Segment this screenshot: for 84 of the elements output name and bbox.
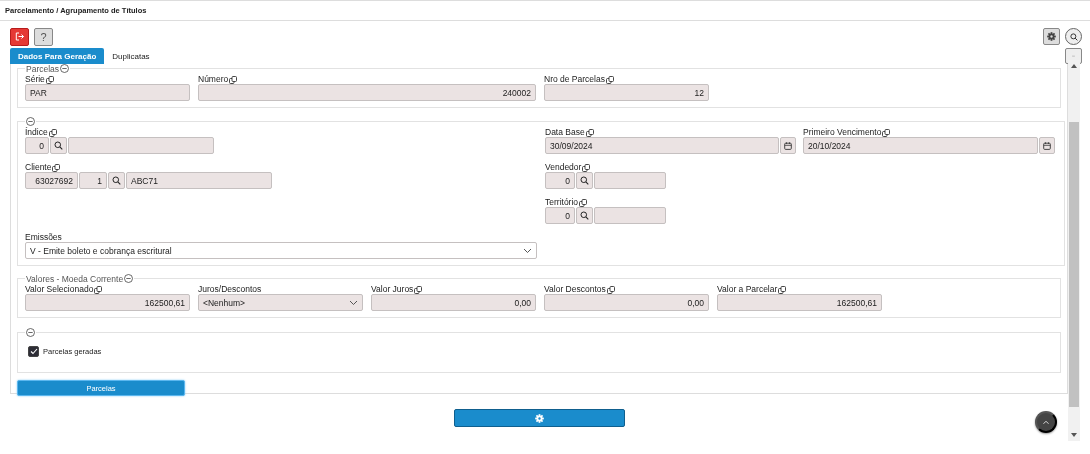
copy-icon (605, 76, 614, 84)
search-button[interactable] (576, 207, 593, 224)
search-icon (580, 211, 589, 220)
section-title: Valores - Moeda Corrente (26, 273, 124, 284)
field-label: Vendedor (545, 162, 582, 172)
field-label: Série (25, 74, 45, 84)
tab[interactable]: Duplicatas (104, 48, 158, 64)
copy-icon (229, 76, 238, 84)
search-icon (54, 141, 63, 150)
calendar-icon (784, 141, 792, 150)
description-field[interactable] (594, 207, 666, 224)
collapse-icon[interactable] (26, 328, 35, 337)
gear-icon (534, 413, 544, 423)
field-label: Juros/Descontos (198, 284, 262, 294)
search-button[interactable] (576, 172, 593, 189)
description-field[interactable] (594, 172, 666, 189)
date-field[interactable]: 20/10/2024 (803, 137, 1038, 154)
text-field[interactable]: PAR (25, 84, 190, 101)
branch-field[interactable]: 1 (79, 172, 107, 189)
checkbox[interactable] (28, 346, 39, 357)
copy-icon (45, 76, 54, 84)
field-label: Número (198, 74, 229, 84)
collapse-icon[interactable] (60, 64, 70, 73)
number-field[interactable]: 162500,61 (25, 294, 190, 311)
calendar-button[interactable] (780, 137, 796, 154)
field-label: Data Base (545, 127, 585, 137)
copy-icon (48, 129, 57, 137)
copy-icon (585, 129, 594, 137)
number-field[interactable]: 0,00 (371, 294, 536, 311)
field-label: Cliente (25, 162, 52, 172)
code-field[interactable]: 0 (545, 172, 575, 189)
number-field[interactable]: 12 (544, 84, 709, 101)
field-label: Emissões (25, 232, 62, 242)
action-button[interactable] (453, 409, 625, 427)
field-label: Valor Juros (371, 284, 414, 294)
dropdown[interactable]: V - Emite boleto e cobrança escritural (25, 242, 537, 259)
copy-icon (882, 129, 891, 137)
copy-icon (94, 286, 103, 294)
search-button[interactable] (108, 172, 125, 189)
help-button[interactable]: ? (34, 27, 53, 46)
collapse-icon[interactable] (124, 274, 134, 283)
calendar-button[interactable] (1039, 137, 1055, 154)
chevron-down-icon (349, 299, 358, 306)
search-icon (112, 176, 121, 185)
date-field[interactable]: 30/09/2024 (545, 137, 779, 154)
chevron-down-icon (523, 247, 532, 254)
field-label: Valor a Parcelar (717, 284, 778, 294)
copy-icon (606, 286, 615, 294)
number-field[interactable]: 0,00 (544, 294, 709, 311)
search-icon (1069, 32, 1078, 41)
scroll-down-icon[interactable] (1071, 433, 1077, 437)
description-field[interactable] (68, 137, 214, 154)
code-field[interactable]: 63027692 (25, 172, 78, 189)
copy-icon (414, 286, 423, 294)
gear-icon (1047, 32, 1056, 41)
code-field[interactable]: 0 (25, 137, 49, 154)
search-button[interactable] (1065, 28, 1082, 45)
copy-icon (52, 164, 61, 172)
chevron-up-icon (1043, 418, 1049, 426)
scrollbar[interactable] (1068, 60, 1080, 441)
copy-icon (778, 286, 787, 294)
tab[interactable]: Dados Para Geração (10, 48, 105, 64)
number-field[interactable]: 240002 (198, 84, 536, 101)
section-title: Parcelas (26, 63, 60, 74)
field-label: Nro de Parcelas (544, 74, 605, 84)
field-label: Valor Descontos (544, 284, 606, 294)
dropdown[interactable]: <Nenhum> (198, 294, 363, 311)
copy-icon (582, 164, 591, 172)
field-label: Valor Selecionado (25, 284, 94, 294)
description-field[interactable]: ABC71 (126, 172, 272, 189)
field-label: Primeiro Vencimento (803, 127, 882, 137)
collapse-icon[interactable] (26, 117, 35, 126)
exit-icon (14, 32, 25, 41)
field-label: Território (545, 197, 579, 207)
number-field[interactable]: 162500,61 (717, 294, 882, 311)
exit-button[interactable] (10, 27, 29, 46)
copy-icon (579, 199, 588, 207)
search-icon (580, 176, 589, 185)
scroll-top-button[interactable] (1035, 411, 1057, 433)
settings-button[interactable] (1043, 28, 1060, 45)
calendar-icon (1043, 141, 1051, 150)
field-label: Índice (25, 127, 48, 137)
code-field[interactable]: 0 (545, 207, 575, 224)
search-button[interactable] (50, 137, 67, 154)
